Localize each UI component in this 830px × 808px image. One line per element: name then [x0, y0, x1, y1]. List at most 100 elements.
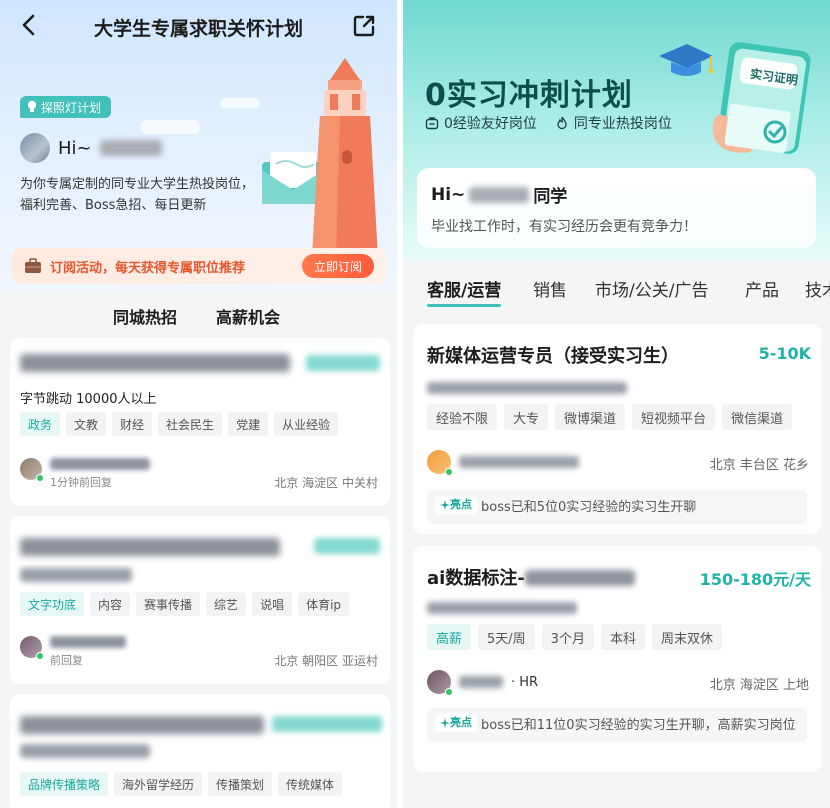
recruiter-avatar [427, 670, 453, 696]
tag: 3个月 [541, 624, 594, 650]
job-card[interactable]: 文字功底 内容 赛事传播 综艺 说唱 体育ip 前回复 北京 朝阳区 亚运村 [10, 516, 390, 684]
highlight-box: 亮点 boss已和11位0实习经验的实习生开聊，高薪实习岗位 [427, 708, 807, 742]
company-info-blurred [20, 744, 150, 758]
tab-local-hot[interactable]: 同城热招 [110, 304, 180, 328]
tab-tech[interactable]: 技术 [805, 276, 830, 301]
recruiter-row: · HR [427, 670, 539, 696]
tag: 传统媒体 [278, 772, 343, 796]
tag: 5天/周 [478, 624, 535, 650]
job-location: 北京 丰台区 花乡 [709, 458, 809, 473]
recruiter-name-blurred [50, 458, 150, 470]
cloud-decoration [220, 98, 260, 108]
lighthouse-icon [312, 58, 378, 258]
job-title-blurred [20, 354, 290, 372]
tag: 周末双休 [651, 624, 722, 650]
hero-sub-item: 0经验友好岗位 [425, 113, 537, 133]
greeting-description: 毕业找工作时，有实习经历会更有竞争力！ [431, 219, 697, 235]
greeting-title: Hi~ 同学 [431, 184, 568, 208]
company-info-blurred [427, 602, 577, 614]
tag: 大专 [504, 404, 549, 430]
briefcase-icon [25, 258, 41, 273]
greeting-card: Hi~ 同学 毕业找工作时，有实习经历会更有竞争力！ [417, 168, 816, 248]
sparkle-icon [440, 500, 450, 510]
tag-list: 品牌传播策略 海外留学经历 传播策划 传统媒体 [20, 772, 343, 796]
recruiter-row [427, 450, 579, 476]
recruiter-avatar [20, 636, 44, 660]
job-title-blurred [524, 570, 635, 586]
subscribe-banner[interactable]: 订阅活动，每天获得专属职位推荐 立即订阅 [12, 248, 386, 284]
tag: 品牌传播策略 [20, 772, 109, 796]
tag: 海外留学经历 [114, 772, 203, 796]
briefcase-icon [425, 117, 439, 130]
right-screen: 0实习冲刺计划 0经验友好岗位 同专业热投岗位 实习证明 Hi~ 同学 毕业找工… [403, 0, 830, 808]
tab-high-salary[interactable]: 高薪机会 [216, 304, 280, 328]
job-salary-blurred [314, 538, 380, 554]
tag: 赛事传播 [136, 592, 201, 616]
tag-list: 高薪 5天/周 3个月 本科 周末双休 [427, 624, 722, 650]
online-dot-icon [36, 474, 44, 482]
page-title: 大学生专属求职关怀计划 [93, 18, 303, 40]
subscribe-button[interactable]: 立即订阅 [301, 254, 374, 278]
highlight-badge: 亮点 [435, 714, 477, 732]
highlight-box: 亮点 boss已和5位0实习经验的实习生开聊 [427, 490, 807, 524]
tag: 微信渠道 [722, 404, 793, 430]
tab-marketing[interactable]: 市场/公关/广告 [595, 276, 708, 301]
tag: 传播策划 [208, 772, 273, 796]
job-title: 新媒体运营专员（接受实习生） [427, 346, 679, 367]
tab-sales[interactable]: 销售 [533, 276, 567, 301]
hero-description: 为你专属定制的同专业大学生热投岗位，福利完善、Boss急招、每日更新 [20, 177, 255, 213]
recruiter-name-blurred [459, 676, 503, 688]
recruiter-status: 前回复 [50, 654, 83, 667]
company-info: 字节跳动 10000人以上 [20, 392, 157, 407]
job-card[interactable]: ai数据标注- 150-180元/天 高薪 5天/周 3个月 本科 周末双休 ·… [413, 546, 821, 772]
tag: 经验不限 [427, 404, 498, 430]
job-title: ai数据标注- [427, 564, 635, 590]
subscribe-text: 订阅活动，每天获得专属职位推荐 [50, 260, 246, 276]
hero-sub-item: 同专业热投岗位 [555, 113, 672, 133]
tag: 内容 [90, 592, 131, 616]
left-screen: 大学生专属求职关怀计划 探照灯计划 Hi~ 为你专属定制的同专业大学生热投岗位，… [0, 0, 397, 808]
online-dot-icon [445, 688, 453, 696]
job-location: 北京 朝阳区 亚运村 [274, 654, 378, 668]
company-info-blurred [20, 568, 132, 582]
avatar [20, 133, 50, 163]
job-salary: 150-180元/天 [699, 570, 811, 589]
job-salary-blurred [272, 716, 382, 732]
job-card[interactable]: 新媒体运营专员（接受实习生） 5-10K 经验不限 大专 微博渠道 短视频平台 … [413, 324, 821, 534]
greeting-text: Hi~ [58, 137, 92, 159]
tab-customer-service[interactable]: 客服/运营 [427, 276, 502, 307]
flame-icon [557, 116, 567, 130]
tag: 高薪 [427, 624, 472, 650]
job-location: 北京 海淀区 上地 [709, 678, 809, 693]
job-salary: 5-10K [758, 344, 811, 363]
hero-banner: 0实习冲刺计划 0经验友好岗位 同专业热投岗位 实习证明 Hi~ 同学 毕业找工… [403, 0, 830, 260]
tag: 文字功底 [20, 592, 85, 616]
tag: 文教 [66, 412, 107, 436]
sparkle-icon [440, 718, 450, 728]
online-dot-icon [445, 468, 453, 476]
job-title-blurred [20, 538, 280, 556]
tag-list: 经验不限 大专 微博渠道 短视频平台 微信渠道 [427, 404, 793, 430]
tag: 从业经验 [274, 412, 339, 436]
share-icon[interactable] [350, 12, 378, 40]
tag: 财经 [112, 412, 153, 436]
recruiter-name-blurred [459, 456, 579, 468]
recruiter-role: · HR [511, 674, 539, 690]
cloud-decoration [140, 120, 200, 134]
tag: 短视频平台 [632, 404, 716, 430]
lightbulb-icon [27, 100, 37, 112]
tag: 体育ip [298, 592, 350, 616]
job-location: 北京 海淀区 中关村 [274, 476, 378, 490]
tag: 综艺 [206, 592, 247, 616]
tag: 政务 [20, 412, 61, 436]
job-card[interactable]: 字节跳动 10000人以上 政务 文教 财经 社会民生 党建 从业经验 1分钟前… [10, 338, 390, 506]
recruiter-row: 前回复 [20, 636, 126, 668]
recruiter-name-blurred [50, 636, 126, 648]
online-dot-icon [36, 652, 44, 660]
hero-subtitle-row: 0经验友好岗位 同专业热投岗位 [425, 113, 672, 133]
left-tab-bar: 同城热招 高薪机会 [0, 304, 397, 332]
job-card[interactable]: 品牌传播策略 海外留学经历 传播策划 传统媒体 [10, 694, 390, 808]
tag-list: 政务 文教 财经 社会民生 党建 从业经验 [20, 412, 339, 436]
highlight-badge: 亮点 [435, 496, 477, 514]
tab-product[interactable]: 产品 [745, 276, 779, 301]
